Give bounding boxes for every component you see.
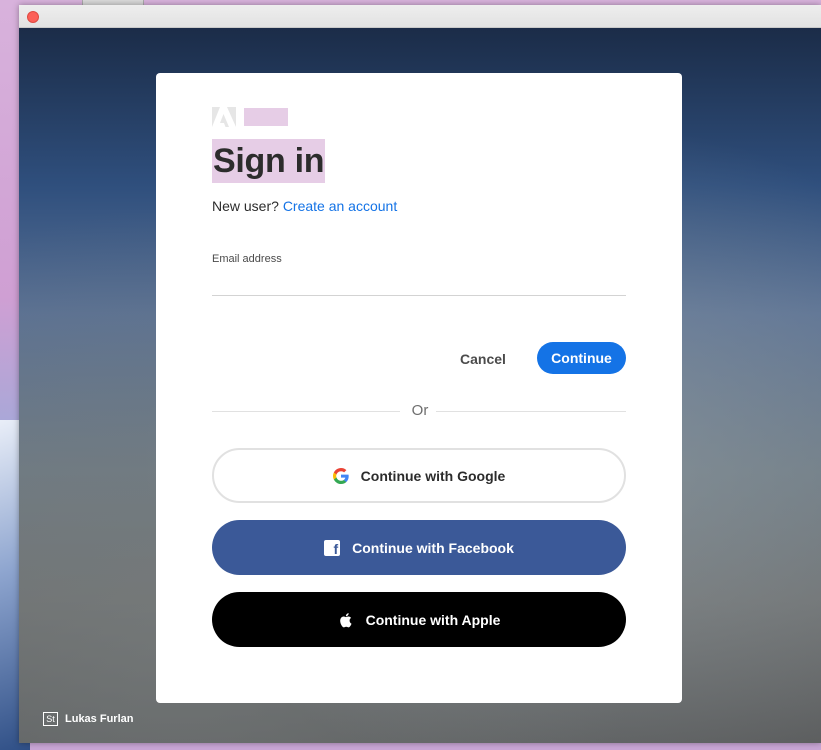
continue-with-facebook-button[interactable]: f Continue with Facebook [212, 520, 626, 575]
or-divider: Or [212, 402, 626, 422]
signin-card: Adobe Sign in New user? Create an accoun… [156, 73, 682, 703]
photo-credit-author: Lukas Furlan [65, 713, 134, 725]
apple-logo-icon [339, 612, 352, 627]
divider-line-left [212, 411, 400, 412]
email-field[interactable] [212, 271, 626, 296]
facebook-button-label: Continue with Facebook [352, 539, 514, 556]
stock-badge: St [43, 712, 58, 726]
google-g-icon [332, 467, 349, 484]
background-photo: Adobe Sign in New user? Create an accoun… [19, 28, 821, 743]
app-window: Adobe Sign in New user? Create an accoun… [19, 5, 821, 743]
continue-button[interactable]: Continue [537, 342, 626, 374]
new-user-line: New user? Create an account [212, 198, 397, 214]
continue-with-apple-button[interactable]: Continue with Apple [212, 592, 626, 647]
email-label: Email address [212, 253, 282, 265]
divider-text: Or [411, 402, 429, 419]
close-window-icon[interactable] [27, 11, 39, 23]
adobe-logo-icon [212, 107, 236, 127]
facebook-f-icon: f [324, 539, 341, 556]
create-account-link[interactable]: Create an account [283, 198, 397, 214]
brand: Adobe [212, 107, 288, 127]
continue-with-google-button[interactable]: Continue with Google [212, 448, 626, 503]
apple-button-label: Continue with Apple [365, 611, 501, 628]
divider-line-right [436, 411, 626, 412]
cancel-button[interactable]: Cancel [446, 343, 520, 375]
brand-name: Adobe [244, 108, 288, 126]
google-button-label: Continue with Google [360, 467, 506, 484]
photo-credit: St Lukas Furlan [43, 712, 133, 726]
new-user-text: New user? [212, 198, 279, 214]
window-titlebar[interactable] [19, 5, 821, 28]
page-title: Sign in [212, 139, 326, 183]
